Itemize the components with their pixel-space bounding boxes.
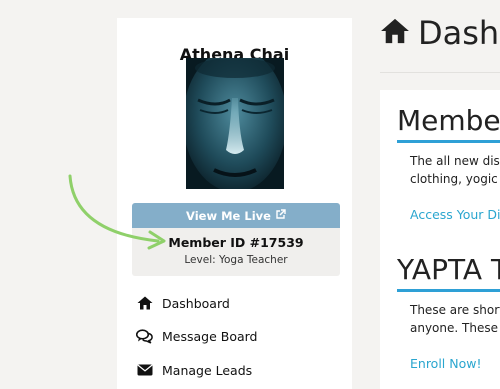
section-text-line: clothing, yogic p bbox=[410, 172, 500, 186]
nav-item-label: Manage Leads bbox=[162, 362, 253, 378]
nav-item-message-board[interactable]: Message Board bbox=[136, 326, 258, 346]
nav-item-manage-leads[interactable]: Manage Leads bbox=[136, 360, 252, 380]
nav-item-label: Message Board bbox=[162, 328, 258, 344]
external-link-icon bbox=[275, 208, 286, 223]
home-icon bbox=[380, 14, 410, 52]
buddha-face-image bbox=[186, 58, 284, 189]
annotation-arrow bbox=[68, 174, 166, 250]
member-level: Level: Yoga Teacher bbox=[184, 254, 288, 266]
header-divider bbox=[380, 72, 500, 73]
page-title: Dashb bbox=[380, 14, 500, 52]
avatar bbox=[186, 58, 284, 189]
section-underline bbox=[397, 289, 500, 292]
nav-item-label: Dashboard bbox=[162, 295, 230, 311]
comments-icon bbox=[136, 328, 153, 345]
page: Athena Chai View Me Live Member ID #1753… bbox=[0, 0, 500, 389]
section-title-member: Member bbox=[397, 104, 500, 137]
view-me-live-label: View Me Live bbox=[186, 208, 271, 223]
section-text-line: The all new disc bbox=[410, 154, 500, 168]
content-card: Member The all new disc clothing, yogic … bbox=[380, 90, 500, 389]
section-text-line: These are short bbox=[410, 303, 500, 317]
envelope-icon bbox=[136, 362, 153, 379]
section-underline bbox=[397, 140, 500, 143]
section-text-line: anyone. These bbox=[410, 321, 498, 335]
home-icon bbox=[136, 295, 153, 312]
page-title-text: Dashb bbox=[418, 14, 500, 52]
section-title-yapta: YAPTA Ta bbox=[397, 253, 500, 286]
access-discount-link[interactable]: Access Your Dis bbox=[410, 207, 500, 222]
enroll-now-link[interactable]: Enroll Now! bbox=[410, 356, 481, 371]
nav-item-dashboard[interactable]: Dashboard bbox=[136, 293, 230, 313]
